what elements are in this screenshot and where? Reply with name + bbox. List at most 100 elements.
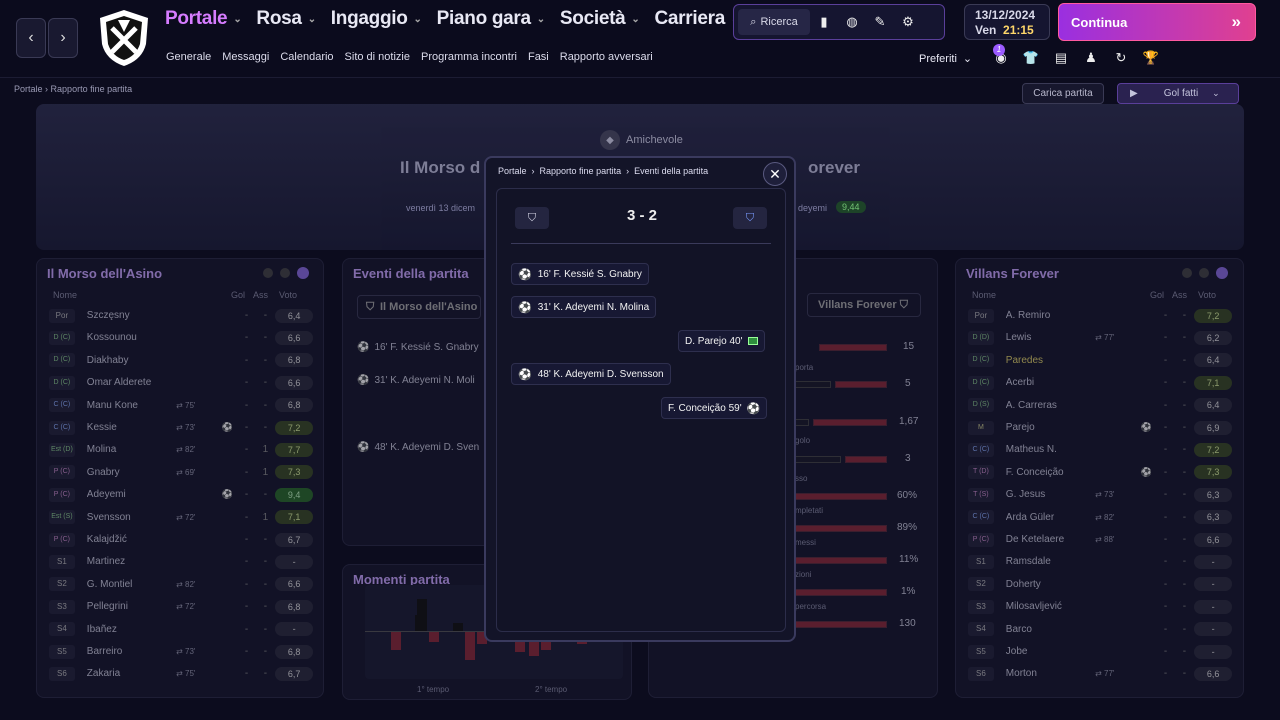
nav-portale[interactable]: Portale ⌄	[165, 8, 242, 30]
subnav-programma[interactable]: Programma incontri	[421, 51, 517, 63]
settings-button[interactable]: ⚙	[894, 9, 922, 35]
stats-team-tab[interactable]: Villans Forever ⛉	[807, 293, 921, 317]
subnav-rapporto-avversari[interactable]: Rapporto avversari	[560, 51, 653, 63]
player-position: C (C)	[968, 442, 994, 457]
player-row[interactable]: S3 Pellegrini ⇄ 72' - -6,8	[49, 596, 314, 617]
player-row[interactable]: S2 Doherty - - -	[968, 574, 1233, 595]
nav-ingaggio[interactable]: Ingaggio ⌄	[331, 8, 422, 30]
modal-breadcrumb: Portale › Rapporto fine partita › Eventi…	[498, 166, 708, 176]
event-goal[interactable]: ⚽ 31' K. Adeyemi N. Molina	[511, 296, 657, 318]
modal-crumb-report[interactable]: Rapporto fine partita	[540, 166, 622, 176]
back-button[interactable]: ‹	[16, 18, 46, 58]
player-row[interactable]: S6 Morton ⇄ 77' - -6,6	[968, 663, 1233, 684]
player-row[interactable]: S5 Jobe - - -	[968, 641, 1233, 662]
player-row[interactable]: C (C) Matheus N. - -7,2	[968, 439, 1233, 460]
event-card[interactable]: D. Parejo 40'	[678, 330, 765, 352]
player-position: S2	[968, 577, 994, 592]
nav-carriera[interactable]: Carriera⌄	[654, 8, 739, 30]
panel-view-toggle[interactable]	[263, 267, 309, 279]
world-button[interactable]: ◍	[838, 9, 866, 35]
player-goals: -	[244, 668, 249, 680]
goals-dropdown[interactable]: ▶ Gol fatti ⌄	[1117, 83, 1239, 104]
forward-button[interactable]: ›	[48, 18, 78, 58]
competition-icon: ◆	[600, 130, 620, 150]
edit-button[interactable]: ✎	[866, 9, 894, 35]
breadcrumb-report[interactable]: Rapporto fine partita	[51, 84, 133, 94]
clipboard-icon[interactable]: ▤	[1052, 50, 1070, 66]
player-row[interactable]: Est (S) Svensson ⇄ 72' - 1 7,1	[49, 507, 314, 528]
nav-piano-gara[interactable]: Piano gara ⌄	[437, 8, 546, 30]
substitution-time: ⇄ 82'	[176, 579, 196, 589]
player-row[interactable]: Por Szczęsny - -6,4	[49, 305, 314, 326]
events-team-tab[interactable]: ⛉ Il Morso dell'Asino	[357, 295, 481, 319]
player-row[interactable]: Por Á. Remiro - -7,2	[968, 305, 1233, 326]
globe-icon: ◍	[846, 14, 858, 29]
toolbox: ⌕ Ricerca ▮ ◍ ✎ ⚙	[733, 4, 945, 40]
player-row[interactable]: D (C) Kossounou - -6,6	[49, 327, 314, 348]
shield-icon: ⛉	[366, 301, 375, 313]
player-name: Zakaria	[86, 668, 121, 680]
panel-view-toggle[interactable]	[1182, 267, 1228, 279]
player-row[interactable]: T (S) G. Jesus ⇄ 73' - -6,3	[968, 484, 1233, 505]
player-row[interactable]: S1 Ramsdale - - -	[968, 551, 1233, 572]
nav-societa[interactable]: Società ⌄	[560, 8, 640, 30]
player-row[interactable]: D (C) Diakhaby - -6,8	[49, 350, 314, 371]
subnav-fasi[interactable]: Fasi	[528, 51, 549, 63]
player-row[interactable]: S4 Ibañez - - -	[49, 619, 314, 640]
stat-bar	[795, 419, 809, 426]
player-name: Manu Kone	[86, 399, 138, 411]
nav-rosa[interactable]: Rosa ⌄	[256, 8, 316, 30]
subnav-generale[interactable]: Generale	[166, 51, 211, 63]
player-row[interactable]: C (C) Kessie ⇄ 73' ⚽ - -7,2	[49, 417, 314, 438]
subnav-sito-notizie[interactable]: Sito di notizie	[345, 51, 410, 63]
event-goal[interactable]: ⚽ 48' K. Adeyemi D. Svensson	[511, 363, 671, 385]
player-row[interactable]: D (S) A. Carreras - -6,4	[968, 395, 1233, 416]
chevron-down-icon: ⌄	[1212, 88, 1220, 98]
player-assists: 1	[262, 466, 269, 478]
breadcrumb-portale[interactable]: Portale	[14, 84, 43, 94]
player-row[interactable]: S6 Zakaria ⇄ 75' - -6,7	[49, 663, 314, 684]
player-row[interactable]: Est (D) Molina ⇄ 82' - 1 7,7	[49, 439, 314, 460]
event-goal[interactable]: ⚽ 16' F. Kessié S. Gnabry	[511, 263, 649, 285]
event-goal[interactable]: F. Conceição 59' ⚽	[661, 397, 768, 419]
player-row[interactable]: P (C) Gnabry ⇄ 69' - 1 7,3	[49, 462, 314, 483]
player-row[interactable]: M Parejo ⚽ - -6,9	[968, 417, 1233, 438]
messages-icon[interactable]: ◉ 1	[992, 44, 1010, 66]
refresh-icon[interactable]: ↻	[1112, 50, 1130, 66]
player-position: T (D)	[968, 465, 994, 480]
player-row[interactable]: P (C) Adeyemi ⚽ - -9,4	[49, 484, 314, 505]
player-row[interactable]: C (C) Manu Kone ⇄ 75' - -6,8	[49, 395, 314, 416]
player-row[interactable]: D (C) Paredes - -6,4	[968, 350, 1233, 371]
subnav-calendario[interactable]: Calendario	[280, 51, 333, 63]
player-row[interactable]: S4 Barco - - -	[968, 619, 1233, 640]
favorites-dropdown[interactable]: Preferiti ⌄	[919, 52, 972, 66]
player-name: Kalajdžić	[86, 534, 127, 545]
player-row[interactable]: S2 G. Montiel ⇄ 82' - -6,6	[49, 574, 314, 595]
player-row[interactable]: S3 Milosavljević - - -	[968, 596, 1233, 617]
player-row[interactable]: P (C) De Ketelaere ⇄ 88' - -6,6	[968, 529, 1233, 550]
player-row[interactable]: S1 Martinez - - -	[49, 551, 314, 572]
search-button[interactable]: ⌕ Ricerca	[738, 9, 810, 35]
close-button[interactable]: ✕	[763, 162, 787, 186]
player-row[interactable]: D (D) Lewis ⇄ 77' - -6,2	[968, 327, 1233, 348]
modal-crumb-portale[interactable]: Portale	[498, 166, 527, 176]
player-position: S6	[968, 666, 994, 681]
shirt-icon[interactable]: 👕	[1022, 50, 1040, 66]
player-row[interactable]: C (C) Arda Güler ⇄ 82' - -6,3	[968, 507, 1233, 528]
trophy-icon[interactable]: 🏆	[1142, 50, 1160, 66]
player-goals: -	[1163, 601, 1168, 613]
player-rating: 7,2	[1194, 442, 1233, 457]
people-icon[interactable]: ♟	[1082, 50, 1100, 66]
player-row[interactable]: D (C) Omar Alderete - -6,6	[49, 372, 314, 393]
notepad-button[interactable]: ▮	[810, 9, 838, 35]
load-match-button[interactable]: Carica partita	[1022, 83, 1104, 104]
stat-bar	[795, 525, 887, 532]
date-display[interactable]: 13/12/2024 Ven 21:15	[964, 4, 1050, 40]
player-row[interactable]: P (C) Kalajdžić - -6,7	[49, 529, 314, 550]
player-row[interactable]: T (D) F. Conceição ⚽ - -7,3	[968, 462, 1233, 483]
player-row[interactable]: S5 Barreiro ⇄ 73' - -6,8	[49, 641, 314, 662]
subnav-messaggi[interactable]: Messaggi	[222, 51, 269, 63]
player-row[interactable]: D (C) Acerbi - -7,1	[968, 372, 1233, 393]
continue-button[interactable]: Continua »	[1058, 3, 1256, 41]
chevron-down-icon: ⌄	[233, 13, 242, 25]
